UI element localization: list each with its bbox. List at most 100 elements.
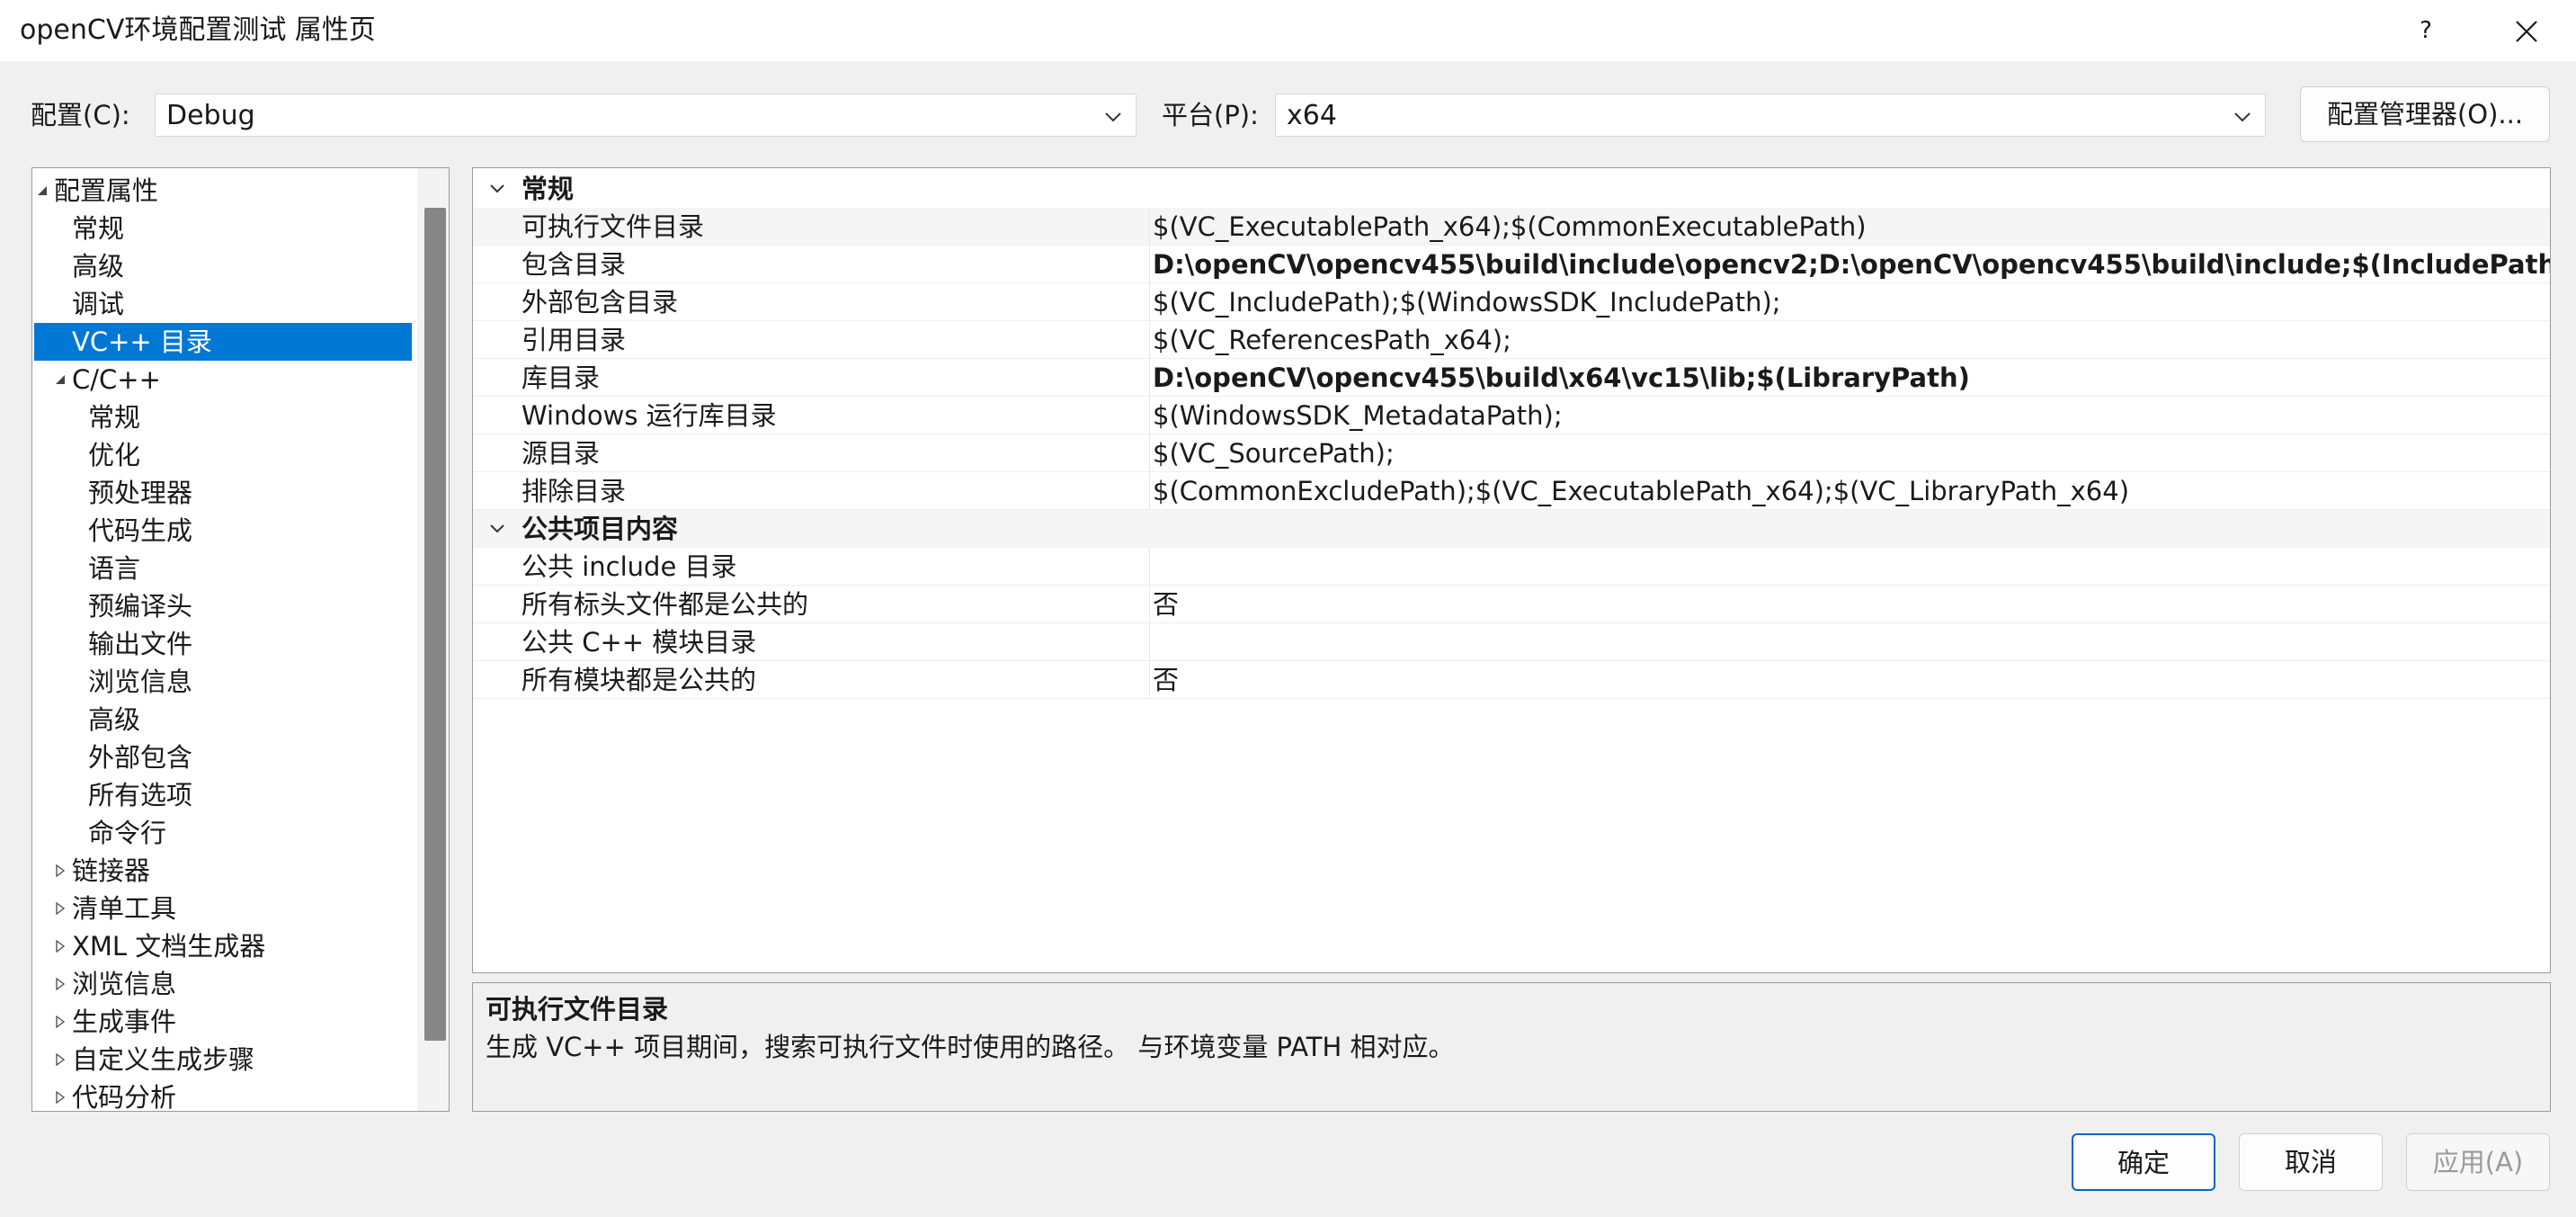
tree-item-code-generation[interactable]: 代码生成 [32, 512, 410, 550]
property-name: 公共 C++ 模块目录 [521, 627, 757, 658]
category-header-general[interactable]: 常规 [473, 170, 2550, 208]
config-select[interactable]: Debug [155, 94, 1136, 137]
property-row[interactable]: 包含目录 D:\openCV\opencv455\build\include\op… [473, 246, 2550, 283]
property-row[interactable]: 源目录 $(VC_SourcePath); [473, 434, 2550, 472]
collapsed-triangle-icon[interactable] [54, 940, 67, 953]
apply-button[interactable]: 应用(A) [2406, 1133, 2550, 1191]
collapsed-triangle-icon[interactable] [54, 1016, 67, 1028]
property-name: 源目录 [521, 438, 601, 469]
property-name: 可执行文件目录 [521, 211, 705, 242]
property-row[interactable]: 所有模块都是公共的 否 [473, 661, 2550, 699]
property-name: 引用目录 [521, 325, 627, 355]
description-title: 可执行文件目录 [486, 994, 669, 1025]
property-value[interactable]: 否 [1153, 661, 1179, 699]
property-value[interactable]: $(VC_SourcePath); [1153, 434, 1395, 472]
property-row[interactable]: 库目录 D:\openCV\opencv455\build\x64\vc15\li… [473, 359, 2550, 397]
expanded-triangle-icon[interactable] [54, 373, 67, 386]
tree-item-xml-doc-generator[interactable]: XML 文档生成器 [32, 927, 410, 965]
tree-item-all-options[interactable]: 所有选项 [32, 776, 410, 814]
tree-item-label: 代码生成 [88, 515, 193, 546]
tree-item-label: 配置属性 [54, 175, 159, 206]
property-row[interactable]: 排除目录 $(CommonExcludePath);$(VC_Executable… [473, 472, 2550, 510]
close-icon [2516, 20, 2537, 42]
tree-item-config-properties[interactable]: 配置属性 [32, 172, 410, 210]
property-row[interactable]: 外部包含目录 $(VC_IncludePath);$(WindowsSDK_Inc… [473, 283, 2550, 321]
platform-select[interactable]: x64 [1275, 94, 2266, 137]
chevron-down-icon[interactable] [489, 521, 505, 537]
tree-item-browse-info[interactable]: 浏览信息 [32, 663, 410, 701]
property-name: Windows 运行库目录 [521, 400, 777, 431]
property-name: 所有模块都是公共的 [521, 665, 757, 695]
tree-item-label: 预编译头 [88, 591, 193, 622]
tree-scrollbar[interactable] [417, 168, 449, 1111]
tree-item-label: 自定义生成步骤 [72, 1044, 255, 1075]
platform-label: 平台(P): [1162, 100, 1259, 130]
chevron-down-icon [2234, 112, 2251, 122]
category-header-public-project-content[interactable]: 公共项目内容 [473, 510, 2550, 548]
property-value[interactable]: $(VC_ExecutablePath_x64);$(CommonExecuta… [1153, 208, 1867, 246]
property-value[interactable]: $(VC_IncludePath);$(WindowsSDK_IncludePa… [1153, 283, 1781, 321]
tree-item-label: 命令行 [88, 818, 167, 848]
tree-item-debugging[interactable]: 调试 [32, 285, 410, 323]
tree-item-cpp-general[interactable]: 常规 [32, 398, 410, 436]
property-value[interactable]: $(CommonExcludePath);$(VC_ExecutablePath… [1153, 472, 2129, 510]
tree-item-build-events[interactable]: 生成事件 [32, 1003, 410, 1041]
tree-item-label: XML 文档生成器 [72, 931, 266, 962]
tree-item-external-includes[interactable]: 外部包含 [32, 738, 410, 776]
property-value[interactable]: $(WindowsSDK_MetadataPath); [1153, 397, 1563, 434]
tree-item-vc-directories[interactable]: VC++ 目录 [34, 323, 412, 361]
tree-item-code-analysis[interactable]: 代码分析 [32, 1078, 410, 1111]
tree-item-output-files[interactable]: 输出文件 [32, 625, 410, 663]
cancel-button[interactable]: 取消 [2239, 1133, 2383, 1191]
tree-item-precompiled-headers[interactable]: 预编译头 [32, 587, 410, 625]
tree-scrollbar-thumb[interactable] [424, 208, 446, 1041]
property-name: 公共 include 目录 [521, 551, 737, 582]
tree-item-preprocessor[interactable]: 预处理器 [32, 474, 410, 512]
tree-item-c-cpp[interactable]: C/C++ [32, 361, 410, 398]
property-name: 包含目录 [521, 249, 627, 280]
property-row[interactable]: 引用目录 $(VC_ReferencesPath_x64); [473, 321, 2550, 359]
config-select-value: Debug [166, 100, 255, 131]
tree-item-label: 所有选项 [88, 780, 193, 810]
config-manager-button[interactable]: 配置管理器(O)... [2300, 86, 2550, 142]
tree-item-manifest-tool[interactable]: 清单工具 [32, 890, 410, 927]
tree-item-browse-information[interactable]: 浏览信息 [32, 965, 410, 1003]
collapsed-triangle-icon[interactable] [54, 1053, 67, 1066]
close-button[interactable] [2500, 9, 2554, 52]
tree-item-label: 常规 [88, 402, 141, 433]
property-row[interactable]: 公共 include 目录 [473, 548, 2550, 586]
tree-item-label: 常规 [72, 213, 125, 244]
description-panel: 可执行文件目录 生成 VC++ 项目期间，搜索可执行文件时使用的路径。 与环境变… [472, 982, 2551, 1112]
collapsed-triangle-icon[interactable] [54, 978, 67, 990]
expanded-triangle-icon[interactable] [36, 184, 49, 197]
collapsed-triangle-icon[interactable] [54, 1091, 67, 1104]
collapsed-triangle-icon[interactable] [54, 864, 67, 877]
property-grid: 常规 可执行文件目录 $(VC_ExecutablePath_x64);$(Com… [472, 167, 2551, 973]
tree-item-label: C/C++ [72, 364, 161, 395]
tree-item-label: 高级 [72, 251, 125, 282]
tree-item-command-line[interactable]: 命令行 [32, 814, 410, 852]
chevron-down-icon[interactable] [489, 181, 505, 197]
help-button[interactable]: ? [2401, 9, 2451, 52]
property-row[interactable]: 可执行文件目录 $(VC_ExecutablePath_x64);$(Common… [473, 208, 2550, 246]
tree-item-language[interactable]: 语言 [32, 550, 410, 587]
tree-item-label: 浏览信息 [88, 667, 193, 697]
platform-select-value: x64 [1287, 100, 1337, 131]
tree-item-linker[interactable]: 链接器 [32, 852, 410, 890]
property-value[interactable]: 否 [1153, 586, 1179, 623]
tree-item-cpp-advanced[interactable]: 高级 [32, 701, 410, 738]
tree-item-general[interactable]: 常规 [32, 210, 410, 247]
tree-item-optimization[interactable]: 优化 [32, 436, 410, 474]
tree-item-label: 链接器 [72, 855, 151, 886]
chevron-down-icon [1105, 112, 1121, 122]
property-row[interactable]: Windows 运行库目录 $(WindowsSDK_MetadataPath); [473, 397, 2550, 434]
tree-item-advanced[interactable]: 高级 [32, 247, 410, 285]
property-value[interactable]: $(VC_ReferencesPath_x64); [1153, 321, 1511, 359]
property-value[interactable]: D:\openCV\opencv455\build\include\opencv… [1153, 246, 2550, 283]
property-row[interactable]: 所有标头文件都是公共的 否 [473, 586, 2550, 623]
ok-button[interactable]: 确定 [2072, 1133, 2215, 1191]
property-row[interactable]: 公共 C++ 模块目录 [473, 623, 2550, 661]
property-value[interactable]: D:\openCV\opencv455\build\x64\vc15\lib;$… [1153, 359, 1970, 397]
tree-item-custom-build-step[interactable]: 自定义生成步骤 [32, 1041, 410, 1078]
collapsed-triangle-icon[interactable] [54, 902, 67, 915]
